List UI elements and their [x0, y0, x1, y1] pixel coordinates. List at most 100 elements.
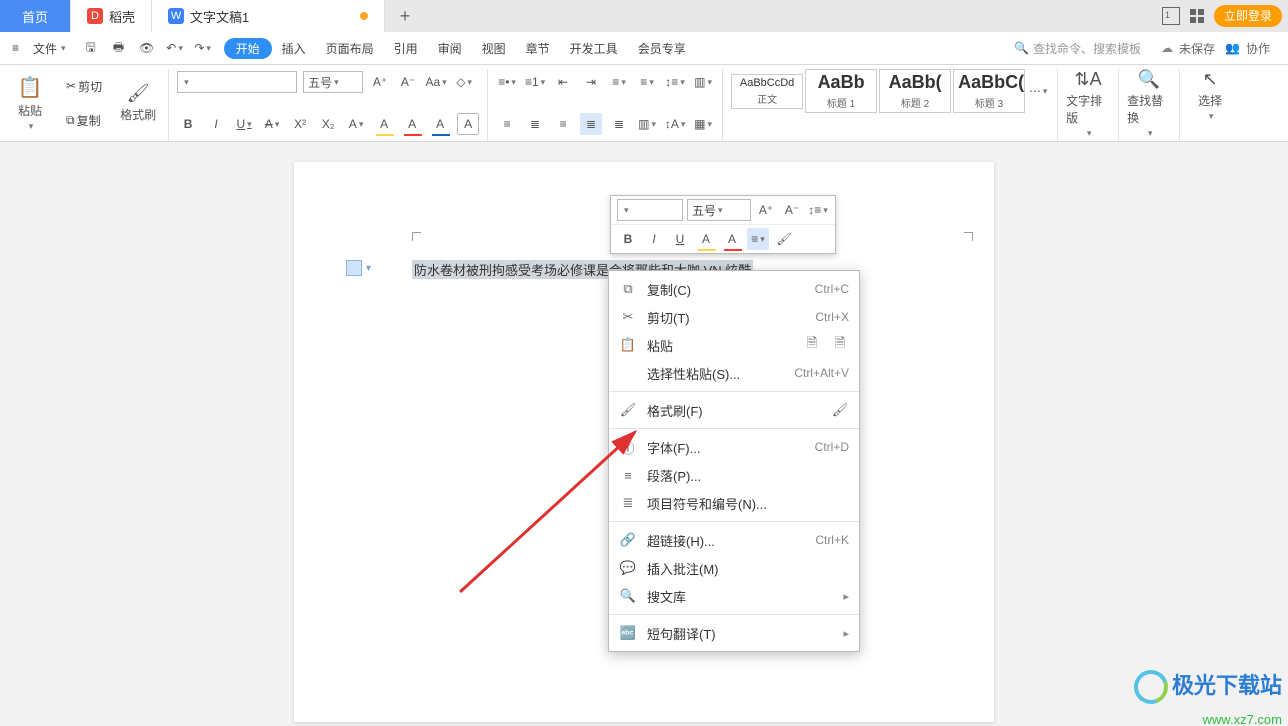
- indent-icon[interactable]: ⇥: [580, 71, 602, 93]
- select-button[interactable]: ↖ 选择: [1188, 69, 1232, 122]
- print-icon[interactable]: 🖶: [108, 37, 130, 59]
- line-spacing-icon[interactable]: ↕≡: [664, 71, 686, 93]
- paste-option-a-icon[interactable]: 🗎: [803, 334, 821, 356]
- ribbon-tab-insert[interactable]: 插入: [272, 37, 316, 60]
- window-layout-icon[interactable]: 1: [1162, 7, 1180, 25]
- subscript-icon[interactable]: X₂: [317, 113, 339, 135]
- increase-font-icon[interactable]: A⁺: [369, 71, 391, 93]
- strike-icon[interactable]: A: [261, 113, 283, 135]
- ribbon-tab-start[interactable]: 开始: [224, 38, 272, 59]
- mini-font-color-icon[interactable]: A: [721, 228, 743, 250]
- brush-small-icon[interactable]: 🖌: [831, 402, 849, 418]
- ribbon-tab-layout[interactable]: 页面布局: [316, 37, 384, 60]
- ctx-copy[interactable]: ⧉复制(C)Ctrl+C: [609, 275, 859, 303]
- copy-button[interactable]: ⧉复制: [62, 110, 106, 131]
- decrease-font-icon[interactable]: A⁻: [397, 71, 419, 93]
- ctx-font[interactable]: Ⓣ字体(F)...Ctrl+D: [609, 433, 859, 461]
- ctx-paste[interactable]: 📋粘贴 🗎 🗎: [609, 331, 859, 359]
- paragraph-handle[interactable]: ▾: [346, 260, 371, 276]
- collab-icon[interactable]: 👥: [1225, 41, 1240, 55]
- align-dist-icon[interactable]: ≣: [608, 113, 630, 135]
- ctx-insert-comment[interactable]: 💬插入批注(M): [609, 554, 859, 582]
- mini-decrease-font-icon[interactable]: A⁻: [781, 199, 803, 221]
- ribbon-tab-dev[interactable]: 开发工具: [560, 37, 628, 60]
- font-size-select[interactable]: 五号: [303, 71, 363, 93]
- ctx-search-library[interactable]: 🔍搜文库▸: [609, 582, 859, 610]
- ribbon-tab-member[interactable]: 会员专享: [628, 37, 696, 60]
- style-normal[interactable]: AaBbCcDd正文: [731, 74, 803, 109]
- mini-align-icon[interactable]: ≡: [747, 228, 769, 250]
- redo-icon[interactable]: ↷: [192, 37, 214, 59]
- numbering-icon[interactable]: ≡1: [524, 71, 546, 93]
- ribbon-tab-view[interactable]: 视图: [472, 37, 516, 60]
- align-right-icon[interactable]: ≡: [552, 113, 574, 135]
- tab-home[interactable]: 首页: [0, 0, 71, 32]
- mini-highlight-icon[interactable]: A: [695, 228, 717, 250]
- highlight-icon[interactable]: A: [373, 113, 395, 135]
- mini-increase-font-icon[interactable]: A⁺: [755, 199, 777, 221]
- ribbon-tab-chapter[interactable]: 章节: [516, 37, 560, 60]
- style-h3[interactable]: AaBbC(标题 3: [953, 69, 1025, 113]
- file-menu[interactable]: 文件: [29, 38, 70, 59]
- font-color-icon[interactable]: A: [401, 113, 423, 135]
- style-h1[interactable]: AaBb标题 1: [805, 69, 877, 113]
- columns-icon[interactable]: ▥: [636, 113, 658, 135]
- align-center-icon[interactable]: ≣: [524, 113, 546, 135]
- style-more-icon[interactable]: ⋯: [1027, 80, 1049, 102]
- save-icon[interactable]: 🖫: [80, 37, 102, 59]
- para-shade-icon[interactable]: ▥: [692, 71, 714, 93]
- find-replace-button[interactable]: 🔍 查找替换: [1127, 69, 1171, 139]
- borders-icon[interactable]: ▦: [692, 113, 714, 135]
- mini-font-size[interactable]: 五号: [687, 199, 751, 221]
- ctx-hyperlink[interactable]: 🔗超链接(H)...Ctrl+K: [609, 526, 859, 554]
- mini-underline-icon[interactable]: U: [669, 228, 691, 250]
- mini-line-spacing-icon[interactable]: ↕≡: [807, 199, 829, 221]
- superscript-icon[interactable]: X²: [289, 113, 311, 135]
- ctx-cut[interactable]: ✂剪切(T)Ctrl+X: [609, 303, 859, 331]
- login-button[interactable]: 立即登录: [1214, 5, 1282, 27]
- paste-option-b-icon[interactable]: 🗎: [831, 334, 849, 356]
- ribbon-tab-review[interactable]: 审阅: [428, 37, 472, 60]
- tab-docer[interactable]: D 稻壳: [71, 0, 152, 32]
- mini-italic-icon[interactable]: I: [643, 228, 665, 250]
- format-painter-button[interactable]: 🖌 格式刷: [116, 69, 160, 137]
- undo-icon[interactable]: ↶: [164, 37, 186, 59]
- preview-icon[interactable]: 👁: [136, 37, 158, 59]
- text-effects-icon[interactable]: A: [345, 113, 367, 135]
- paste-button[interactable]: 📋 粘贴: [8, 69, 52, 137]
- tab-document[interactable]: W 文字文稿1: [152, 0, 385, 32]
- ctx-format-painter[interactable]: 🖌格式刷(F)🖌: [609, 396, 859, 424]
- mini-font-name[interactable]: [617, 199, 683, 221]
- tab-add[interactable]: +: [385, 0, 425, 32]
- tight-left-icon[interactable]: ≡: [608, 71, 630, 93]
- style-h2[interactable]: AaBb(标题 2: [879, 69, 951, 113]
- change-case-icon[interactable]: Aa: [425, 71, 447, 93]
- clear-format-icon[interactable]: ◇: [453, 71, 475, 93]
- ctx-bullets[interactable]: ≣项目符号和编号(N)...: [609, 489, 859, 517]
- align-justify-icon[interactable]: ≣: [580, 113, 602, 135]
- mini-bold-icon[interactable]: B: [617, 228, 639, 250]
- font-name-select[interactable]: [177, 71, 297, 93]
- cloud-unsaved-icon[interactable]: ☁: [1161, 41, 1173, 55]
- char-border-icon[interactable]: A: [457, 113, 479, 135]
- ctx-paste-special[interactable]: 选择性粘贴(S)...Ctrl+Alt+V: [609, 359, 859, 387]
- mini-format-painter-icon[interactable]: 🖌: [773, 228, 795, 250]
- ribbon-tab-reference[interactable]: 引用: [384, 37, 428, 60]
- ctx-translate[interactable]: 🔤短句翻译(T)▸: [609, 619, 859, 647]
- bullets-icon[interactable]: ≡•: [496, 71, 518, 93]
- style-gallery[interactable]: AaBbCcDd正文 AaBb标题 1 AaBb(标题 2 AaBbC(标题 3…: [731, 69, 1049, 113]
- hamburger-icon[interactable]: ≡: [8, 39, 23, 57]
- tight-right-icon[interactable]: ≡: [636, 71, 658, 93]
- command-search[interactable]: 🔍 查找命令、搜索模板: [1014, 40, 1141, 57]
- text-layout-button[interactable]: ⇅A 文字排版: [1066, 69, 1110, 139]
- italic-icon[interactable]: I: [205, 113, 227, 135]
- app-grid-icon[interactable]: [1190, 9, 1204, 23]
- outdent-icon[interactable]: ⇤: [552, 71, 574, 93]
- underline-icon[interactable]: U: [233, 113, 255, 135]
- ctx-paragraph[interactable]: ≡段落(P)...: [609, 461, 859, 489]
- cut-button[interactable]: ✂剪切: [62, 76, 106, 97]
- align-left-icon[interactable]: ≡: [496, 113, 518, 135]
- shading-color-icon[interactable]: A: [429, 113, 451, 135]
- bold-icon[interactable]: B: [177, 113, 199, 135]
- text-direction-icon[interactable]: ↕A: [664, 113, 686, 135]
